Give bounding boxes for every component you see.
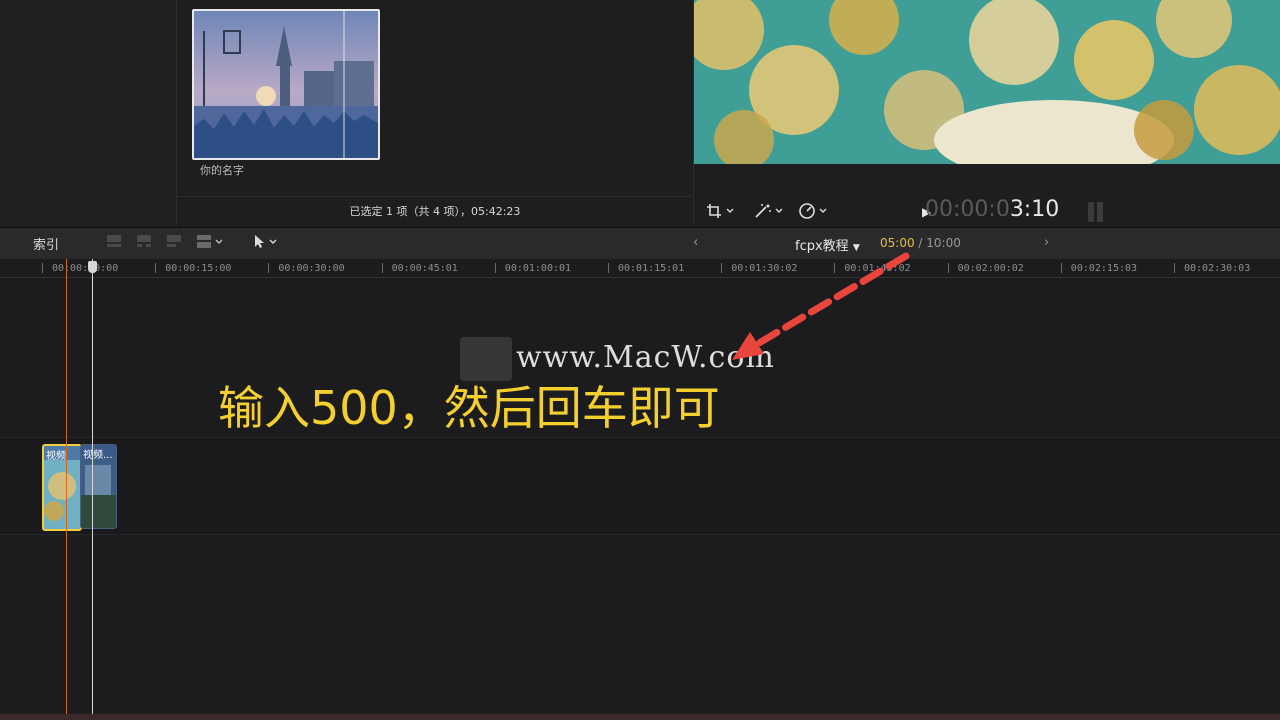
playhead-line[interactable]: [92, 259, 93, 720]
timecode-dim: 00:00:0: [925, 197, 1010, 222]
clip-video-1[interactable]: 视频: [42, 444, 82, 531]
ruler-tick-label: 00:01:15:01: [618, 263, 685, 274]
ruler-tick-mark: [947, 263, 949, 273]
ruler-tick-mark: [268, 263, 270, 273]
selection-status: 已选定 1 项（共 4 项），05:42:23: [177, 196, 693, 227]
playhead-handle[interactable]: [88, 261, 97, 273]
library-sidebar: [0, 0, 177, 226]
timeline-toolbar: [0, 227, 1280, 260]
connect-clip-icon[interactable]: [104, 233, 126, 250]
insert-clip-icon[interactable]: [134, 233, 156, 250]
ruler-tick-mark: [608, 263, 609, 273]
crop-icon[interactable]: [706, 202, 736, 224]
overwrite-clip-icon[interactable]: [194, 233, 228, 250]
clip-video-2[interactable]: 视频...: [80, 444, 117, 529]
history-back-icon[interactable]: ‹: [693, 235, 698, 250]
clip-label-1: 视频: [46, 451, 66, 462]
ruler-tick-label: 00:02:00:02: [957, 263, 1024, 274]
audio-meter-icon: [1086, 200, 1106, 222]
ruler-tick-mark: [42, 263, 43, 273]
clip-thumbnail[interactable]: [192, 9, 380, 160]
timecode-display[interactable]: 00:00:03:10: [925, 197, 1059, 222]
select-tool-icon[interactable]: [250, 233, 284, 250]
ruler-tick-mark: [494, 263, 496, 273]
primary-storyline[interactable]: [0, 437, 1280, 535]
clip-label-2: 视频...: [83, 450, 113, 461]
ruler-tick-label: 00:02:30:03: [1184, 263, 1251, 274]
clip-name: 你的名字: [200, 164, 244, 177]
video-frame: [694, 0, 1280, 164]
timeline-ruler[interactable]: 00:00:00:00 00:00:15:00 00:00:30:00 00:00:4…: [0, 259, 1280, 278]
timecode-bright: 3:10: [1009, 197, 1060, 222]
annotation-arrow-icon: [732, 252, 910, 360]
index-button[interactable]: 索引: [20, 234, 72, 253]
enhance-icon[interactable]: [752, 202, 786, 224]
ruler-tick-mark: [1060, 263, 1062, 273]
ruler-tick-label: 00:02:15:03: [1070, 263, 1138, 274]
ruler-tick-label: 00:01:00:01: [504, 263, 572, 274]
skimmer-line: [66, 259, 67, 720]
history-forward-icon[interactable]: ›: [1044, 235, 1049, 250]
speed-icon[interactable]: [798, 202, 832, 224]
append-clip-icon[interactable]: [164, 233, 186, 250]
ruler-tick-mark: [1174, 263, 1175, 273]
thumbnail-image: [194, 11, 378, 158]
ruler-tick-label: 00:00:45:01: [391, 263, 458, 274]
ruler-tick-mark: [155, 263, 157, 273]
viewer-video: [694, 0, 1280, 164]
duration-total: / 10:00: [914, 236, 961, 250]
ruler-tick-label: 00:00:00:00: [52, 263, 119, 274]
bottom-edge: [0, 714, 1280, 720]
ruler-tick-mark: [381, 263, 383, 273]
ruler-tick-label: 00:00:30:00: [278, 263, 345, 274]
instruction-caption: 输入500，然后回车即可: [218, 381, 720, 435]
ruler-tick-label: 00:00:15:00: [165, 263, 232, 274]
